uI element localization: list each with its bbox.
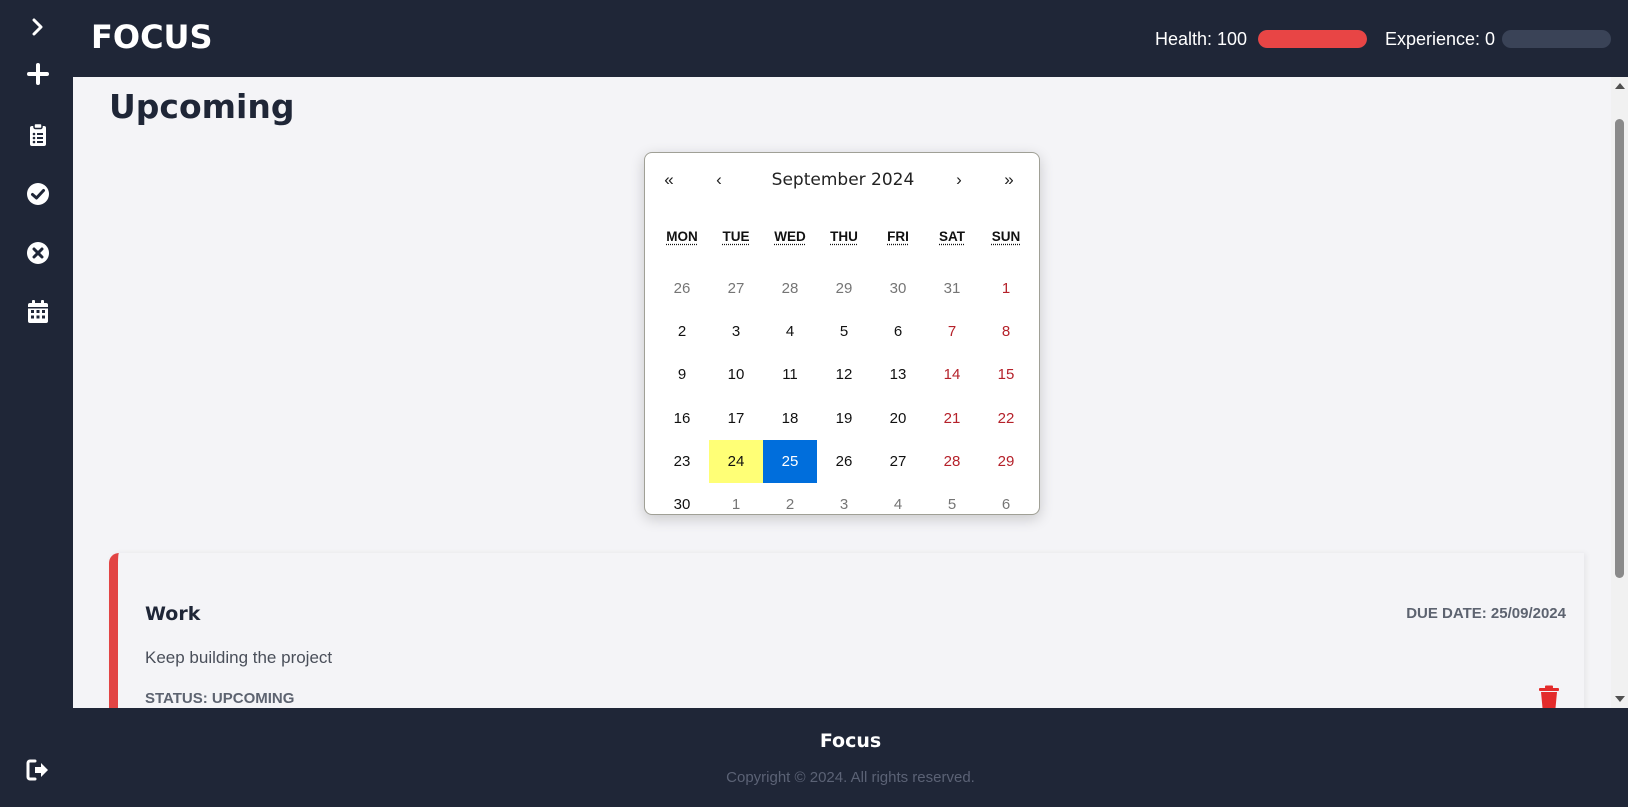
calendar-day[interactable]: 4 [763, 310, 817, 353]
x-circle-icon[interactable] [23, 238, 53, 268]
task-description: Keep building the project [145, 648, 333, 667]
calendar-day[interactable]: 30 [655, 483, 709, 526]
calendar-day[interactable]: 6 [979, 483, 1033, 526]
calendar-day[interactable]: 13 [871, 353, 925, 396]
calendar-day[interactable]: 19 [817, 397, 871, 440]
weekday-fri: FRI [887, 229, 909, 244]
page-title: Upcoming [109, 87, 295, 126]
plus-icon[interactable] [23, 59, 53, 89]
experience-label: Experience: 0 [1385, 29, 1496, 49]
calendar-day[interactable]: 25 [763, 439, 817, 483]
task-due-date: DUE DATE: 25/09/2024 [1406, 605, 1566, 622]
weekday-sun: SUN [991, 229, 1021, 244]
calendar-day[interactable]: 29 [979, 440, 1033, 483]
calendar-day[interactable]: 4 [871, 483, 925, 526]
app-logo: FOCUS [91, 18, 213, 56]
top-bar: FOCUS Health: 100 Experience: 0 [73, 0, 1628, 77]
scroll-down-arrow-icon[interactable] [1611, 691, 1628, 708]
clipboard-list-icon[interactable] [23, 120, 53, 150]
trash-icon[interactable] [1538, 685, 1560, 708]
calendar-weekdays: MON TUE WED THU FRI SAT SUN [655, 229, 1033, 244]
weekday-wed: WED [774, 229, 806, 244]
calendar-day[interactable]: 2 [763, 483, 817, 526]
calendar-day[interactable]: 6 [871, 310, 925, 353]
calendar-day[interactable]: 10 [709, 353, 763, 396]
calendar-day[interactable]: 23 [655, 440, 709, 483]
calendar-day[interactable]: 27 [709, 267, 763, 310]
task-card[interactable]: Work DUE DATE: 25/09/2024 Keep building … [109, 553, 1584, 708]
sidebar [0, 0, 73, 807]
scroll-thumb[interactable] [1615, 119, 1624, 578]
next-month-button[interactable]: › [939, 165, 979, 195]
weekday-mon: MON [666, 229, 698, 244]
calendar-day[interactable]: 14 [925, 353, 979, 396]
calendar-day[interactable]: 3 [817, 483, 871, 526]
calendar-day[interactable]: 28 [925, 440, 979, 483]
calendar-day[interactable]: 8 [979, 310, 1033, 353]
footer-title: Focus [819, 730, 882, 752]
calendar-day[interactable]: 12 [817, 353, 871, 396]
calendar-day[interactable]: 30 [871, 267, 925, 310]
footer: Focus Copyright © 2024. All rights reser… [73, 708, 1628, 807]
weekday-tue: TUE [722, 229, 750, 244]
calendar-day[interactable]: 21 [925, 397, 979, 440]
chevron-right-icon[interactable] [23, 12, 53, 42]
calendar-day[interactable]: 7 [925, 310, 979, 353]
calendar-day[interactable]: 26 [655, 267, 709, 310]
calendar-days: 26 27 28 29 30 31 1 2 3 4 5 6 7 8 9 10 11 12 13 14 15 16 17 18 1… [655, 267, 1033, 526]
calendar-day[interactable]: 5 [925, 483, 979, 526]
calendar-day[interactable]: 2 [655, 310, 709, 353]
calendar-day[interactable]: 9 [655, 353, 709, 396]
vertical-scrollbar[interactable] [1611, 77, 1628, 708]
task-status: STATUS: UPCOMING [145, 690, 295, 707]
weekday-thu: THU [830, 229, 858, 244]
task-title: Work [145, 603, 201, 625]
health-bar [1258, 30, 1367, 48]
calendar-day[interactable]: 1 [979, 267, 1033, 310]
calendar-day[interactable]: 26 [817, 440, 871, 483]
calendar-day[interactable]: 5 [817, 310, 871, 353]
calendar-day[interactable]: 24 [709, 439, 763, 483]
calendar-day[interactable]: 15 [979, 353, 1033, 396]
calendar-day[interactable]: 11 [763, 353, 817, 396]
calendar-day[interactable]: 17 [709, 397, 763, 440]
calendar-day[interactable]: 16 [655, 397, 709, 440]
prev-year-button[interactable]: « [649, 165, 689, 195]
footer-copyright: Copyright © 2024. All rights reserved. [726, 769, 975, 786]
calendar-icon[interactable] [23, 297, 53, 327]
calendar-navigation: « ‹ September 2024 › » [645, 153, 1039, 207]
health-label: Health: 100 [1155, 29, 1248, 49]
sign-out-icon[interactable] [23, 755, 53, 785]
calendar-day[interactable]: 28 [763, 267, 817, 310]
calendar-day[interactable]: 18 [763, 397, 817, 440]
check-circle-icon[interactable] [23, 179, 53, 209]
health-bar-fill [1258, 30, 1367, 48]
calendar-day[interactable]: 3 [709, 310, 763, 353]
main-content: Upcoming « ‹ September 2024 › » MON TUE WE… [73, 77, 1628, 708]
experience-bar [1502, 30, 1611, 48]
calendar-day[interactable]: 29 [817, 267, 871, 310]
prev-month-button[interactable]: ‹ [699, 165, 739, 195]
calendar-day[interactable]: 1 [709, 483, 763, 526]
calendar-day[interactable]: 31 [925, 267, 979, 310]
weekday-sat: SAT [939, 229, 965, 244]
calendar-month-label[interactable]: September 2024 [765, 165, 921, 195]
calendar-day[interactable]: 22 [979, 397, 1033, 440]
calendar-day[interactable]: 27 [871, 440, 925, 483]
next-year-button[interactable]: » [989, 165, 1029, 195]
scroll-up-arrow-icon[interactable] [1611, 77, 1628, 94]
calendar: « ‹ September 2024 › » MON TUE WED THU FRI SA… [644, 152, 1040, 515]
calendar-day[interactable]: 20 [871, 397, 925, 440]
